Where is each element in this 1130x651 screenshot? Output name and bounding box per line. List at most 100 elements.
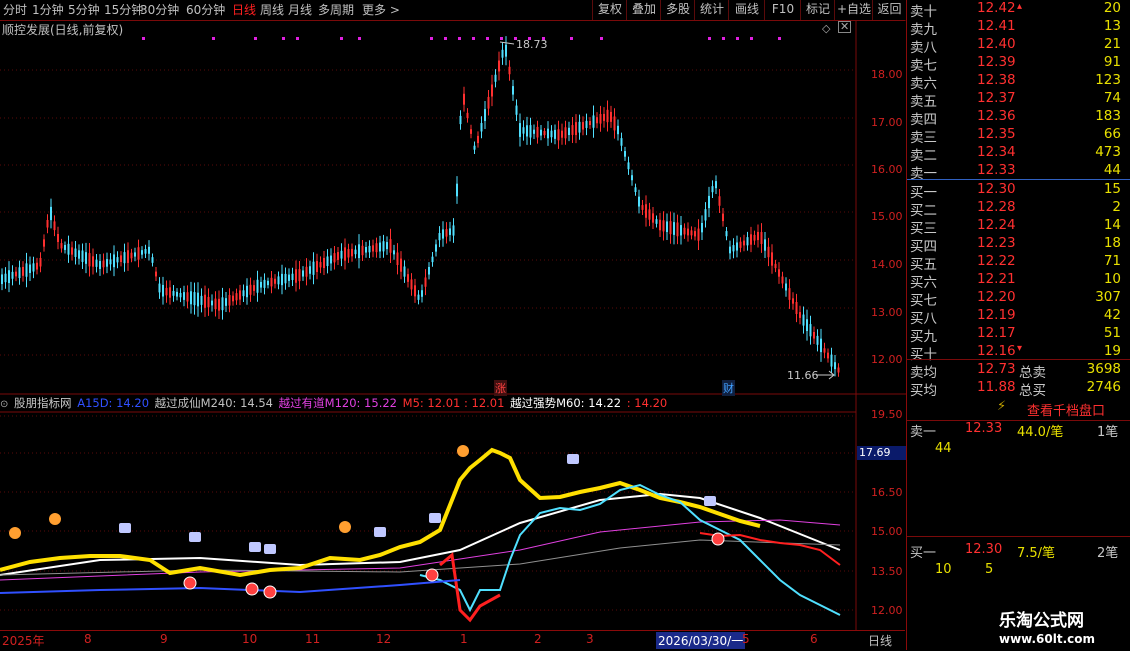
candle-body [393, 250, 395, 255]
cup-icon [249, 542, 261, 552]
tab-30min[interactable]: 30分钟 [140, 1, 179, 18]
tab-1min[interactable]: 1分钟 [32, 1, 64, 18]
candle-body [263, 279, 266, 288]
ask-row[interactable]: 卖七 12.39 91 [907, 54, 1130, 74]
multi-stock-button[interactable]: 多股 [660, 0, 695, 20]
finance-marker[interactable]: 财 [722, 380, 735, 396]
candle-body [620, 138, 623, 146]
candle-body [522, 127, 525, 134]
signal-dot [282, 37, 285, 40]
diamond-icon[interactable]: ◇ [822, 22, 830, 35]
price-tick: 12.00 [871, 353, 903, 366]
tab-more[interactable]: 更多 > [362, 1, 400, 18]
cup-icon [264, 544, 276, 554]
candle-body [715, 181, 717, 189]
detail-sell1-count: 1笔 [1097, 425, 1119, 440]
candle-body [743, 240, 745, 246]
candle-body [32, 263, 35, 272]
candle-body [29, 264, 31, 273]
bid-row[interactable]: 买七 12.20 307 [907, 289, 1130, 309]
candle-body [533, 129, 535, 134]
bid-row[interactable]: 买四 12.23 18 [907, 235, 1130, 255]
back-button[interactable]: 返回 [872, 0, 906, 20]
bid-price: 12.17 [977, 325, 1016, 341]
tab-5min[interactable]: 5分钟 [68, 1, 100, 18]
bid-row[interactable]: 买六 12.21 10 [907, 271, 1130, 291]
ask-row[interactable]: 卖一 12.33 44 [907, 162, 1130, 182]
draw-line-button[interactable]: 画线 [728, 0, 765, 20]
ask-volume: 20 [1103, 0, 1121, 16]
ask-row[interactable]: 卖二 12.34 473 [907, 144, 1130, 164]
candle-body [729, 246, 731, 254]
candle-body [274, 278, 276, 284]
candle-body [368, 245, 371, 253]
cup-icon [429, 513, 441, 523]
watermark-url: www.60lt.com [999, 632, 1096, 646]
indicator-name[interactable]: 股朋指标网 [14, 396, 72, 410]
candle-body [750, 234, 752, 245]
candle-body [22, 266, 24, 276]
bid-row[interactable]: 买三 12.24 14 [907, 217, 1130, 237]
ask-label: 卖十 [910, 4, 937, 20]
candle-body [375, 243, 378, 253]
fuquan-button[interactable]: 复权 [592, 0, 627, 20]
ask-price: 12.41 [977, 18, 1016, 34]
settings-icon[interactable]: ⊙ [0, 399, 8, 410]
f10-button[interactable]: F10 [764, 0, 801, 20]
tab-daily[interactable]: 日线 [232, 1, 256, 18]
candle-body [669, 221, 672, 235]
bid-label: 买三 [910, 221, 937, 237]
red-ball-icon [711, 532, 725, 546]
candle-body [795, 302, 798, 314]
bid-row[interactable]: 买九 12.17 51 [907, 325, 1130, 345]
date-label: 2 [534, 632, 542, 646]
candle-body [638, 196, 640, 207]
view-depth-link[interactable]: 查看千档盘口 [1027, 400, 1105, 419]
kline-chart[interactable] [0, 20, 906, 630]
candle-body [57, 233, 59, 243]
candle-body [788, 288, 791, 300]
overlay-button[interactable]: 叠加 [626, 0, 661, 20]
stats-button[interactable]: 统计 [694, 0, 729, 20]
candle-body [183, 292, 185, 300]
candle-body [36, 262, 38, 270]
candle-body [165, 287, 168, 296]
red-ball-icon [245, 582, 259, 596]
hammer-icon [457, 445, 469, 457]
candle-body [158, 283, 161, 293]
bid-row[interactable]: 买一 12.30 15 [907, 181, 1130, 201]
mark-button[interactable]: 标记 [800, 0, 835, 20]
candle-body [330, 255, 332, 264]
candle-body [785, 283, 787, 291]
bid-row[interactable]: 买八 12.19 42 [907, 307, 1130, 327]
candle-body [354, 249, 357, 255]
ask-row[interactable]: 卖六 12.38 123 [907, 72, 1130, 92]
tab-multi-period[interactable]: 多周期 [318, 1, 354, 18]
candle-body [823, 348, 826, 353]
detail-buy1-price: 12.30 [965, 542, 1003, 557]
ask-row[interactable]: 卖三 12.35 66 [907, 126, 1130, 146]
signal-dot [570, 37, 573, 40]
tab-15min[interactable]: 15分钟 [104, 1, 143, 18]
candle-body [417, 294, 420, 300]
ask-row[interactable]: 卖五 12.37 74 [907, 90, 1130, 110]
date-label: 12 [376, 632, 392, 646]
bid-row[interactable]: 买二 12.28 2 [907, 199, 1130, 219]
tab-weekly[interactable]: 周线 [260, 1, 284, 18]
ask-row[interactable]: 卖四 12.36 183 [907, 108, 1130, 128]
candle-body [239, 290, 241, 300]
tab-fenshi[interactable]: 分时 [3, 1, 27, 18]
rise-marker[interactable]: 涨 [494, 380, 507, 396]
candle-body [442, 229, 444, 239]
candle-body [778, 269, 780, 277]
tab-monthly[interactable]: 月线 [288, 1, 312, 18]
candle-body [764, 239, 766, 251]
ask-row[interactable]: 卖八 12.40 21 [907, 36, 1130, 56]
add-watchlist-button[interactable]: +自选 [834, 0, 873, 20]
close-icon[interactable]: ✕ [838, 21, 852, 33]
candle-body [414, 285, 416, 297]
bid-price: 12.22 [977, 253, 1016, 269]
tab-60min[interactable]: 60分钟 [186, 1, 225, 18]
bid-row[interactable]: 买五 12.22 71 [907, 253, 1130, 273]
ask-row[interactable]: 卖九 12.41 13 [907, 18, 1130, 38]
